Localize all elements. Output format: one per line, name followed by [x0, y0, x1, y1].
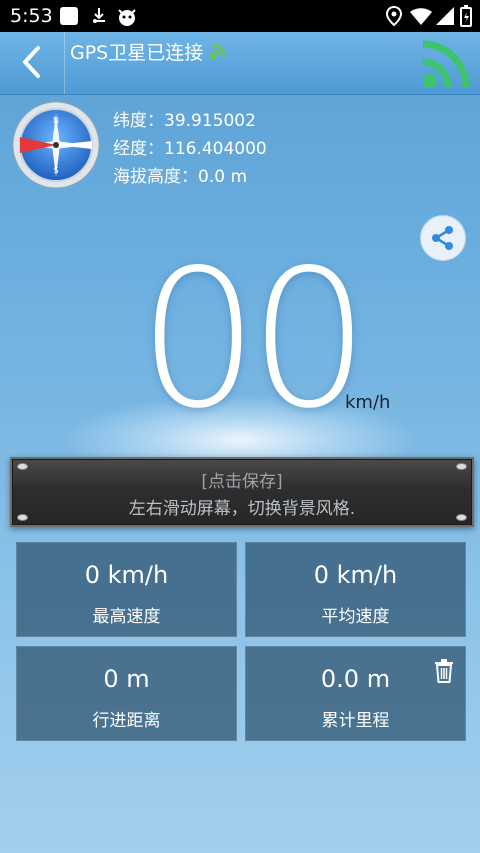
- stat-card-distance: 0 m 行进距离: [16, 646, 237, 741]
- speed-value: 00: [138, 229, 370, 450]
- status-time: 5:53: [10, 5, 53, 27]
- svg-text:S: S: [53, 166, 58, 175]
- stat-value: 0 m: [103, 665, 150, 693]
- stat-value: 0 km/h: [313, 561, 398, 589]
- stat-label: 最高速度: [92, 607, 161, 627]
- stat-value: 0 km/h: [84, 561, 169, 589]
- wifi-status-icon: [409, 6, 433, 30]
- android-notification-icon: [116, 6, 138, 30]
- page-title: GPS卫星已连接: [70, 42, 204, 64]
- altitude-text: 海拔高度：0.0 m: [113, 167, 247, 187]
- stat-label: 行进距离: [92, 711, 161, 731]
- wifi-signal-icon: [422, 40, 470, 88]
- stat-label: 累计里程: [321, 711, 390, 731]
- save-hint-text: [点击保存]: [201, 472, 283, 492]
- app-header: GPS卫星已连接: [0, 32, 480, 95]
- trash-icon[interactable]: [433, 659, 455, 683]
- save-plate-button[interactable]: [点击保存] 左右滑动屏幕，切换背景风格.: [10, 457, 474, 527]
- latitude-text: 纬度：39.915002: [113, 111, 256, 131]
- swipe-hint-text: 左右滑动屏幕，切换背景风格.: [128, 499, 356, 519]
- cell-signal-icon: [435, 6, 455, 30]
- stat-card-max-speed: 0 km/h 最高速度: [16, 542, 237, 637]
- back-icon: [23, 46, 40, 78]
- back-button[interactable]: [0, 32, 65, 94]
- stat-card-total-mileage: 0.0 m 累计里程: [245, 646, 466, 741]
- svg-text:N: N: [53, 116, 59, 125]
- compass-icon: N S: [12, 101, 100, 189]
- speed-unit: km/h: [345, 392, 391, 413]
- longitude-text: 经度：116.404000: [113, 139, 267, 159]
- app-notification-icon: [59, 6, 79, 30]
- stat-card-avg-speed: 0 km/h 平均速度: [245, 542, 466, 637]
- download-notification-icon: [89, 6, 109, 30]
- share-icon: [432, 226, 453, 250]
- status-bar: 5:53: [0, 0, 480, 32]
- header-title-group: GPS卫星已连接: [70, 38, 227, 65]
- battery-icon: [460, 5, 472, 31]
- location-icon: [385, 5, 403, 30]
- satellite-signal-icon: [210, 43, 226, 59]
- share-button[interactable]: [420, 215, 466, 261]
- stat-label: 平均速度: [321, 607, 390, 627]
